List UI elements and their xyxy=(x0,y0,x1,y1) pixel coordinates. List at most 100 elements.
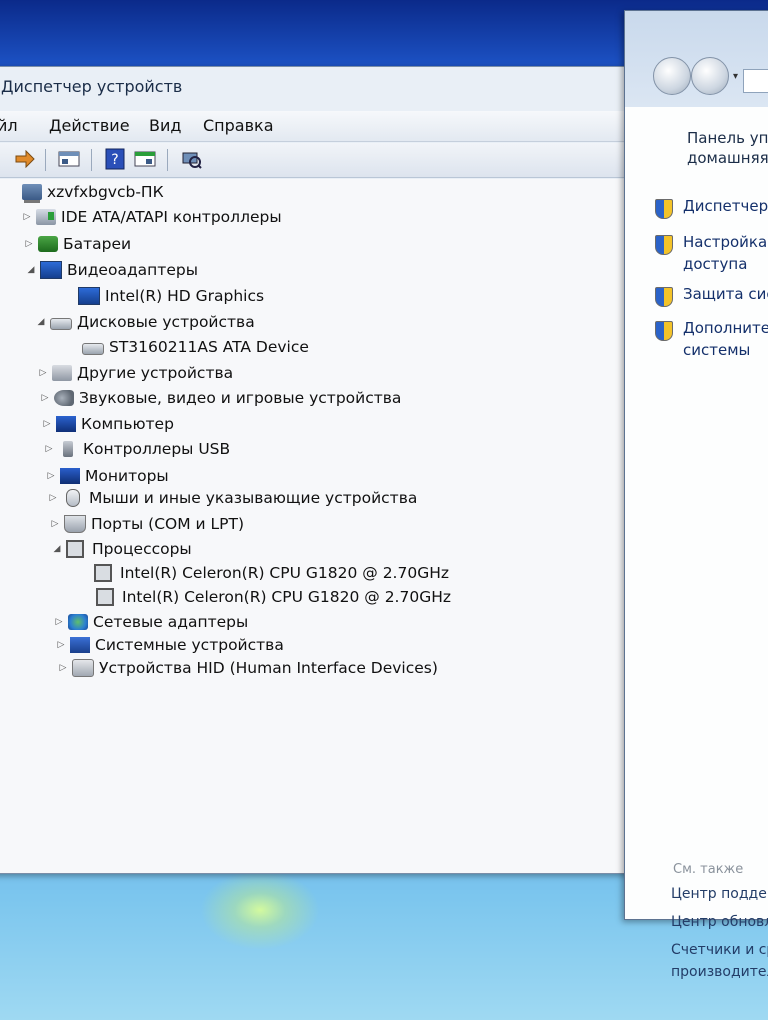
tree-item-label: Устройства HID (Human Interface Devices) xyxy=(99,659,438,677)
tree-item-label: Порты (COM и LPT) xyxy=(91,515,245,533)
tree-device[interactable]: xzvfxbgvcb-ПК xyxy=(7,181,164,203)
link-performance[interactable]: Счетчики и ср производител xyxy=(671,939,768,983)
menu-bar: йл Действие Вид Справка xyxy=(0,111,639,142)
tree-item-label: Intel(R) HD Graphics xyxy=(105,287,265,305)
svg-text:?: ? xyxy=(111,152,118,168)
display-adapter-icon xyxy=(78,287,100,305)
battery-icon xyxy=(38,236,58,252)
hid-icon xyxy=(72,659,94,677)
help-button[interactable]: ? xyxy=(103,148,127,170)
processor-icon xyxy=(94,564,112,582)
tree-category[interactable]: ▷ Мониторы xyxy=(45,465,169,487)
address-bar[interactable] xyxy=(743,69,768,93)
menu-action[interactable]: Действие xyxy=(49,116,130,135)
tree-device[interactable]: Intel(R) Celeron(R) CPU G1820 @ 2.70GHz xyxy=(79,562,449,584)
expand-arrow-icon[interactable]: ▷ xyxy=(47,493,59,503)
tree-device[interactable]: ST3160211AS ATA Device xyxy=(67,336,309,358)
tree-category[interactable]: ▷ Системные устройства xyxy=(55,634,284,656)
update-driver-icon xyxy=(134,151,156,167)
tree-category[interactable]: ▷ Мыши и иные указывающие устройства xyxy=(47,487,417,509)
tree-category[interactable]: ▷ Компьютер xyxy=(41,413,174,435)
tree-category[interactable]: ▷ Батареи xyxy=(23,233,132,255)
task-label: Дополнител xyxy=(683,319,768,337)
ide-controller-icon xyxy=(36,209,56,225)
tree-device[interactable]: Intel(R) Celeron(R) CPU G1820 @ 2.70GHz xyxy=(81,586,451,608)
link-action-center[interactable]: Центр поддер xyxy=(671,883,768,905)
toolbar-separator xyxy=(45,149,46,171)
other-devices-icon xyxy=(52,365,72,381)
task-advanced-settings[interactable]: Дополнител системы xyxy=(683,317,768,361)
toolbar-separator xyxy=(167,149,168,171)
mouse-icon xyxy=(66,489,80,507)
tree-category[interactable]: ▷ Звуковые, видео и игровые устройства xyxy=(39,387,402,409)
expand-arrow-icon[interactable]: ▷ xyxy=(41,419,53,429)
toolbar: ? xyxy=(0,143,639,178)
properties-button[interactable] xyxy=(57,148,81,170)
shield-icon xyxy=(655,235,673,255)
tree-item-label: Процессоры xyxy=(92,540,192,558)
shield-icon xyxy=(655,199,673,219)
task-label: Защита сис xyxy=(683,285,768,303)
tree-category[interactable]: ◢ Видеоадаптеры xyxy=(25,259,198,281)
collapse-arrow-icon[interactable]: ◢ xyxy=(35,317,47,327)
tree-item-label: ST3160211AS ATA Device xyxy=(109,338,309,356)
expand-arrow-icon[interactable]: ▷ xyxy=(53,617,65,627)
expand-arrow-icon[interactable]: ▷ xyxy=(45,471,57,481)
task-device-manager[interactable]: Диспетчер xyxy=(683,195,768,217)
tree-item-label: Мониторы xyxy=(85,467,169,485)
tree-category[interactable]: ◢ Процессоры xyxy=(51,538,192,560)
system-devices-icon xyxy=(70,637,90,653)
expand-arrow-icon[interactable]: ▷ xyxy=(57,663,69,673)
see-also-heading: См. также xyxy=(673,862,744,877)
tree-device[interactable]: Intel(R) HD Graphics xyxy=(63,285,264,307)
control-panel-home-subtitle[interactable]: домашняя xyxy=(687,149,768,167)
tree-category[interactable]: ▷ Устройства HID (Human Interface Devices… xyxy=(57,657,438,679)
expand-arrow-icon[interactable]: ▷ xyxy=(55,640,67,650)
expand-arrow-icon[interactable]: ▷ xyxy=(37,368,49,378)
tree-category[interactable]: ▷ IDE ATA/ATAPI контроллеры xyxy=(21,206,282,228)
expand-arrow-icon[interactable]: ▷ xyxy=(49,519,61,529)
tree-item-label: Контроллеры USB xyxy=(83,440,231,458)
scan-hardware-button[interactable] xyxy=(179,148,203,170)
menu-view[interactable]: Вид xyxy=(149,116,181,135)
device-manager-window: Диспетчер устройств йл Действие Вид Спра… xyxy=(0,66,640,874)
link-label: Счетчики и ср xyxy=(671,942,768,958)
chevron-down-icon[interactable]: ▾ xyxy=(733,71,738,82)
forward-arrow-button[interactable] xyxy=(13,148,37,170)
toolbar-separator xyxy=(91,149,92,171)
control-panel-window: ▾ Панель упр домашняя Диспетчер Настройк… xyxy=(624,10,768,980)
link-windows-update[interactable]: Центр обновл xyxy=(671,911,768,933)
task-remote-settings[interactable]: Настройка доступа xyxy=(683,231,767,275)
forward-button[interactable] xyxy=(691,57,729,95)
processor-icon xyxy=(96,588,114,606)
expand-arrow-icon[interactable]: ▷ xyxy=(43,444,55,454)
tree-item-label: Другие устройства xyxy=(77,364,234,382)
scan-hardware-icon xyxy=(182,152,202,169)
tree-category[interactable]: ▷ Сетевые адаптеры xyxy=(53,611,249,633)
collapse-arrow-icon[interactable]: ◢ xyxy=(25,265,37,275)
computer-icon xyxy=(22,184,42,203)
control-panel-home-title[interactable]: Панель упр xyxy=(687,129,768,147)
usb-icon xyxy=(63,441,73,457)
expand-arrow-icon[interactable]: ▷ xyxy=(39,393,51,403)
shield-icon xyxy=(655,321,673,341)
control-panel-body: Панель упр домашняя Диспетчер Настройка … xyxy=(625,107,768,980)
back-button[interactable] xyxy=(653,57,691,95)
task-system-protection[interactable]: Защита сис xyxy=(683,283,768,305)
window-title: Диспетчер устройств xyxy=(1,77,183,96)
properties-icon xyxy=(58,151,80,167)
tree-category[interactable]: ◢ Дисковые устройства xyxy=(35,311,255,333)
update-driver-button[interactable] xyxy=(133,148,157,170)
tree-category[interactable]: ▷ Порты (COM и LPT) xyxy=(49,513,244,535)
help-icon: ? xyxy=(105,148,125,170)
task-label: доступа xyxy=(683,255,748,273)
expand-arrow-icon[interactable]: ▷ xyxy=(21,212,33,222)
collapse-arrow-icon[interactable]: ◢ xyxy=(51,544,63,554)
tree-category[interactable]: ▷ Контроллеры USB xyxy=(43,438,231,460)
task-label: системы xyxy=(683,341,751,359)
menu-file[interactable]: йл xyxy=(0,116,18,135)
tree-item-label: IDE ATA/ATAPI контроллеры xyxy=(61,208,282,226)
tree-category[interactable]: ▷ Другие устройства xyxy=(37,362,234,384)
menu-help[interactable]: Справка xyxy=(203,116,274,135)
expand-arrow-icon[interactable]: ▷ xyxy=(23,239,35,249)
